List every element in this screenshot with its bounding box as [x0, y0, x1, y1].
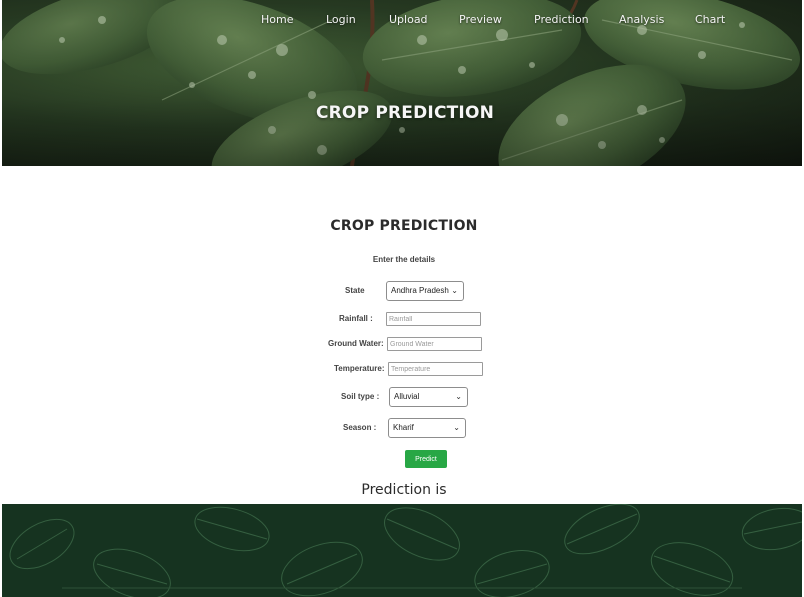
chevron-down-icon: ⌄ [451, 286, 458, 295]
state-select[interactable]: Andhra Pradesh ⌄ [386, 281, 464, 301]
ground-water-input[interactable] [387, 337, 482, 351]
nav-preview[interactable]: Preview [459, 13, 502, 26]
nav-prediction[interactable]: Prediction [534, 13, 589, 26]
state-label: State [345, 286, 365, 295]
top-nav: Home Login Upload Preview Prediction Ana… [2, 13, 802, 29]
nav-login[interactable]: Login [326, 13, 356, 26]
rainfall-row: Rainfall : [0, 309, 804, 329]
footer [2, 504, 802, 597]
soil-type-label: Soil type : [341, 392, 380, 401]
rainfall-label: Rainfall : [339, 314, 373, 323]
chevron-down-icon: ⌄ [453, 423, 460, 432]
predict-button[interactable]: Predict [405, 450, 447, 468]
soil-type-select[interactable]: Alluvial ⌄ [389, 387, 468, 407]
prediction-result: Prediction is [361, 482, 447, 498]
nav-analysis[interactable]: Analysis [619, 13, 664, 26]
soil-type-select-value: Alluvial [394, 392, 420, 401]
temperature-row: Temperature: [0, 359, 804, 379]
ground-water-label: Ground Water: [328, 339, 384, 348]
hero-title: CROP PREDICTION [315, 103, 495, 123]
state-row: State Andhra Pradesh ⌄ [0, 281, 804, 301]
season-select-value: Kharif [393, 423, 414, 432]
season-label: Season : [343, 423, 377, 432]
temperature-input[interactable] [388, 362, 483, 376]
season-row: Season : Kharif ⌄ [0, 418, 804, 438]
rainfall-input[interactable] [386, 312, 481, 326]
ground-water-row: Ground Water: [0, 334, 804, 354]
state-select-value: Andhra Pradesh [391, 286, 449, 295]
nav-upload[interactable]: Upload [389, 13, 428, 26]
leaf-pattern-background [9, 504, 802, 597]
hero-banner: Home Login Upload Preview Prediction Ana… [2, 0, 802, 166]
season-select[interactable]: Kharif ⌄ [388, 418, 466, 438]
temperature-label: Temperature: [334, 364, 385, 373]
nav-home[interactable]: Home [261, 13, 293, 26]
nav-chart[interactable]: Chart [695, 13, 725, 26]
chevron-down-icon: ⌄ [455, 392, 462, 401]
soil-type-row: Soil type : Alluvial ⌄ [0, 387, 804, 407]
form-subtitle: Enter the details [372, 255, 436, 264]
form-title: CROP PREDICTION [330, 218, 478, 234]
